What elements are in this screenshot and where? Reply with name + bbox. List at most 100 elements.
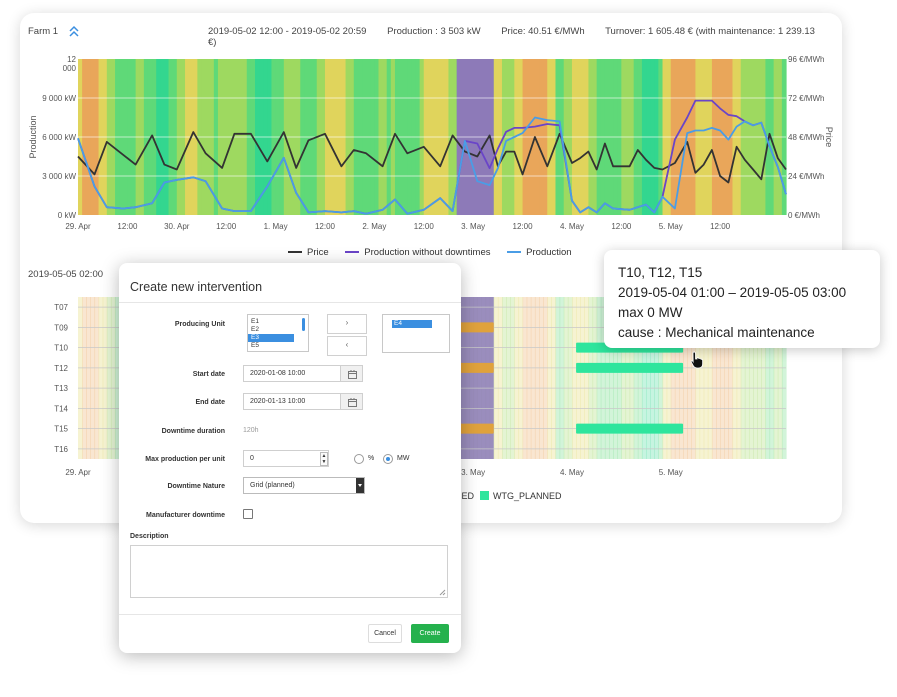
manufacturer-downtime-label: Manufacturer downtime (146, 512, 225, 519)
y-axis-label: Production (28, 115, 38, 158)
end-date-field[interactable]: 2020-01-13 10:00 (243, 393, 341, 410)
legend-item-production[interactable]: Production (507, 247, 572, 258)
list-item[interactable]: E4 (392, 320, 432, 328)
producing-unit-label: Producing Unit (174, 321, 225, 328)
x-tick-label: 29. Apr (65, 468, 91, 477)
duration-label: Downtime duration (161, 428, 225, 435)
heat-cell (576, 297, 581, 459)
heat-cell (485, 297, 491, 459)
heat-cell (82, 297, 87, 459)
list-item[interactable]: E1 (248, 318, 308, 326)
x-tick-label: 12:00 (216, 222, 237, 231)
row-label: T13 (54, 384, 68, 393)
end-date-label: End date (195, 399, 225, 406)
heat-cell (571, 297, 577, 459)
x-tick-label: 4. May (560, 222, 584, 231)
y-tick-label: 6 000 kW (42, 133, 76, 142)
modal-title: Create new intervention (130, 280, 263, 294)
legend-item-price[interactable]: Price (288, 247, 329, 258)
unit-mw-label: MW (397, 455, 410, 462)
x-tick-label: 12:00 (315, 222, 336, 231)
downtime-bar-t12 (576, 362, 684, 373)
heat-cell (514, 297, 520, 459)
x-tick-label: 2. May (362, 222, 386, 231)
heat-cell (580, 297, 585, 459)
downtime-bar-t15 (576, 423, 684, 434)
x-tick-label: 4. May (560, 468, 584, 477)
heat-cell (534, 297, 540, 459)
downtime-bar-t12 (456, 362, 494, 373)
y2-axis-label: Price (824, 127, 834, 148)
legend-item-production-without-downtimes[interactable]: Production without downtimes (345, 247, 491, 258)
heat-cell (555, 297, 561, 459)
downtime-nature-label: Downtime Nature (167, 483, 225, 490)
max-production-input[interactable]: 0 (243, 450, 329, 467)
list-item[interactable]: E3 (248, 334, 294, 342)
list-item[interactable]: E5 (248, 342, 308, 350)
row-label: T12 (54, 364, 68, 373)
heat-cell (469, 297, 474, 459)
resize-grip-icon[interactable] (439, 589, 446, 596)
create-button[interactable]: Create (411, 624, 449, 643)
heat-cell (596, 297, 602, 459)
x-tick-label: 12:00 (117, 222, 138, 231)
highlight-band (456, 297, 494, 459)
x-tick-label: 12:00 (414, 222, 435, 231)
heat-cell (543, 297, 548, 459)
downtime-nature-value: Grid (planned) (250, 482, 295, 489)
heat-cell (497, 297, 503, 459)
unit-mw-radio[interactable] (383, 454, 393, 464)
start-date-picker-button[interactable] (340, 365, 363, 382)
x-tick-label: 3. May (461, 468, 485, 477)
description-field[interactable] (130, 545, 448, 598)
heat-cell (473, 297, 478, 459)
heat-cell (522, 297, 528, 459)
heat-cell (539, 297, 544, 459)
move-left-button[interactable]: ‹ (327, 336, 367, 356)
heat-cell (94, 297, 100, 459)
max-production-label: Max production per unit (145, 456, 225, 463)
heat-cell (102, 297, 108, 459)
x-tick-label: 1. May (264, 222, 288, 231)
heat-cell (110, 297, 116, 459)
start-date-field[interactable]: 2020-01-08 10:00 (243, 365, 341, 382)
modal-header-divider (119, 302, 461, 303)
cancel-button[interactable]: Cancel (368, 624, 402, 643)
tooltip-max: max 0 MW (618, 305, 683, 320)
hand-cursor-icon (690, 351, 703, 369)
production-price-chart[interactable]: 12000 9 000 kW 6 000 kW 3 000 kW 0 kW 96 €/MW… (20, 13, 842, 263)
chevron-down-icon (356, 478, 364, 493)
heat-cell (584, 297, 590, 459)
list-scrollbar[interactable] (302, 318, 305, 331)
x-tick-label: 5. May (659, 222, 683, 231)
downtime-nature-select[interactable]: Grid (planned) (243, 477, 365, 494)
x-tick-label: 12:00 (710, 222, 731, 231)
row-label: T09 (54, 323, 68, 332)
row-label: T10 (54, 344, 68, 353)
end-date-picker-button[interactable] (340, 393, 363, 410)
selected-units-list[interactable]: E4 (382, 314, 450, 353)
move-right-button[interactable]: › (327, 314, 367, 334)
stepper-icon[interactable]: ▲ ▼ (320, 452, 328, 466)
downtime-bar-t15 (456, 423, 494, 434)
y-tick-label-unit: 000 (63, 64, 77, 73)
y2-tick-label: 72 €/MWh (788, 94, 824, 103)
tooltip-cause: cause : Mechanical maintenance (618, 325, 815, 340)
available-units-list[interactable]: E1 E2 E3 E5 (247, 314, 309, 352)
y-tick-label: 0 kW (58, 211, 77, 220)
unit-percent-radio[interactable] (354, 454, 364, 464)
heat-cell (501, 297, 507, 459)
tooltip-units: T10, T12, T15 (618, 265, 703, 280)
heat-cell (592, 297, 598, 459)
manufacturer-downtime-checkbox[interactable] (243, 509, 253, 519)
heat-cell (489, 297, 495, 459)
row-label: T14 (54, 404, 68, 413)
heat-cell (559, 297, 565, 459)
x-tick-label: 12:00 (513, 222, 534, 231)
heat-cell (90, 297, 96, 459)
heat-cell (563, 297, 569, 459)
y2-tick-label: 24 €/MWh (788, 172, 824, 181)
list-item[interactable]: E2 (248, 326, 308, 334)
x-tick-label: 5. May (659, 468, 683, 477)
intervention-tooltip: T10, T12, T15 2019-05-04 01:00 – 2019-05… (604, 250, 880, 348)
